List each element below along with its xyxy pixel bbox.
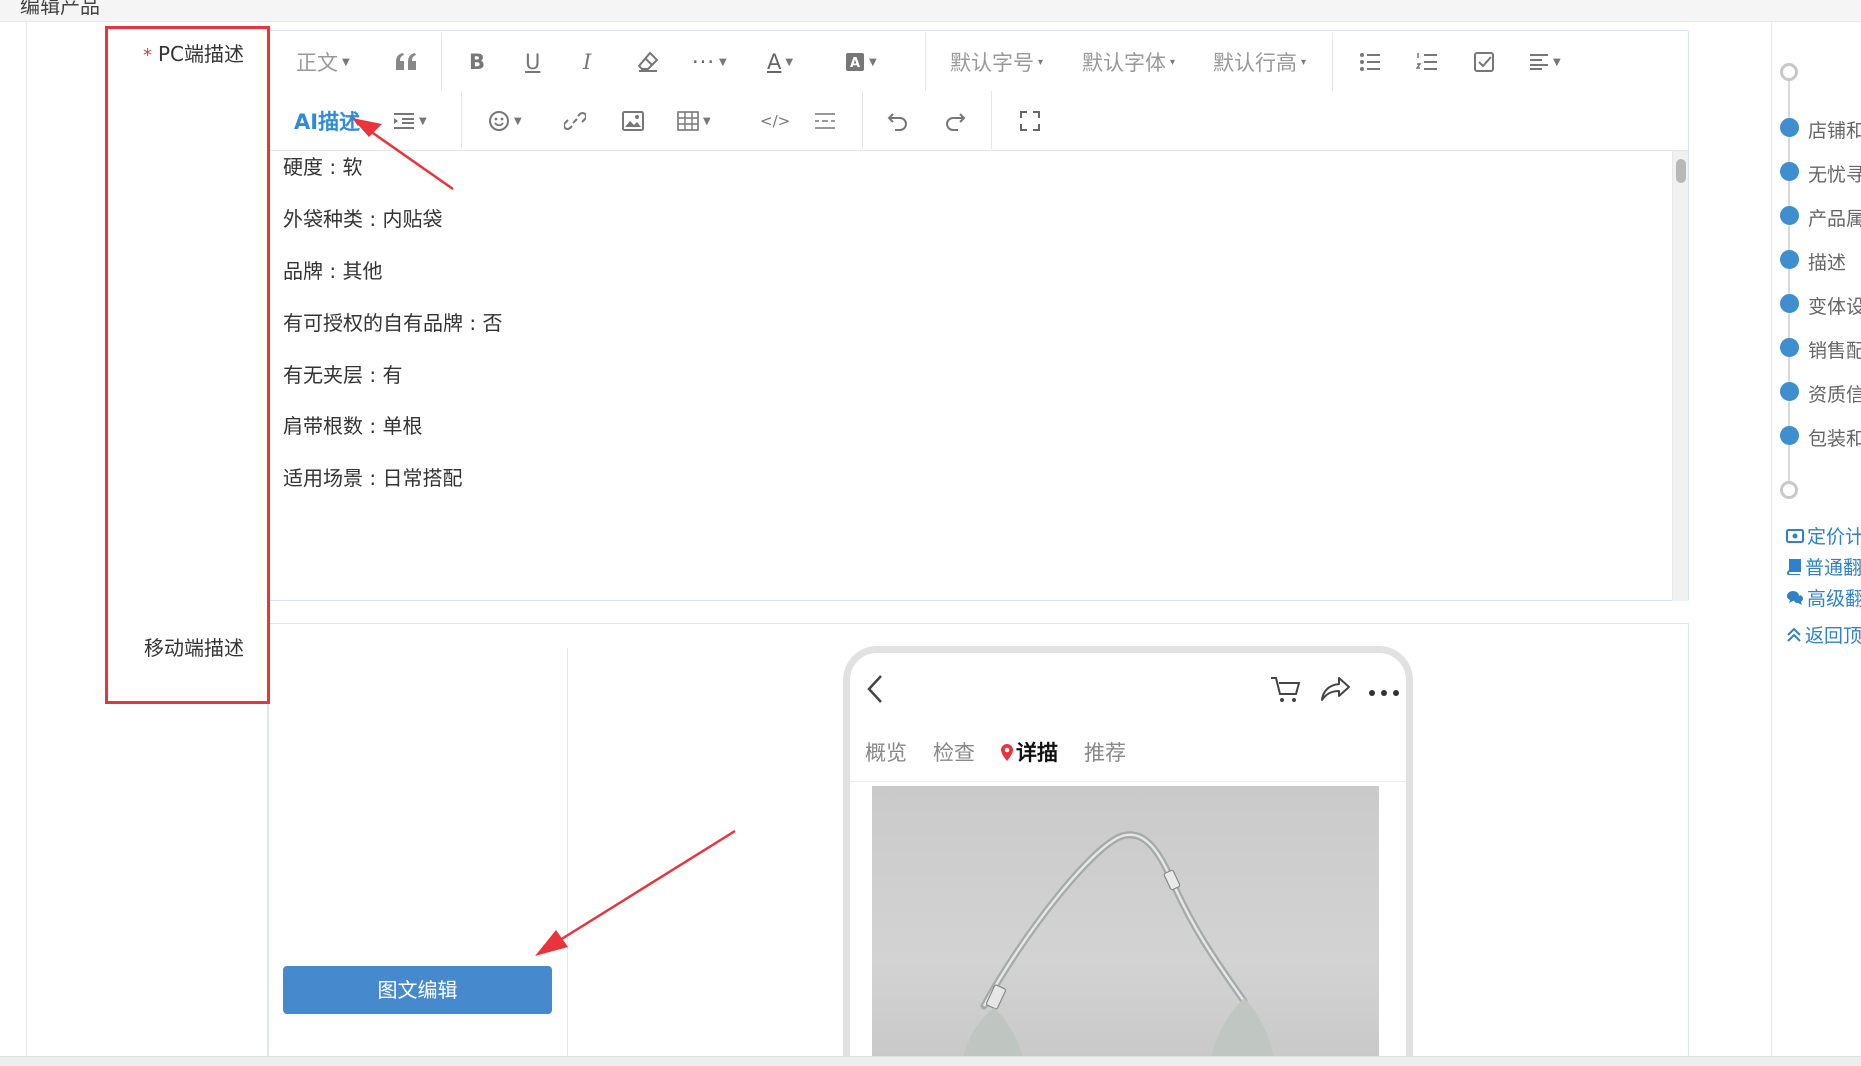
checklist-icon[interactable] bbox=[1473, 44, 1495, 80]
font-color-icon[interactable]: A ▼ bbox=[767, 44, 793, 80]
scrollbar-thumb[interactable] bbox=[1676, 159, 1686, 183]
phone-tab-separator bbox=[850, 781, 1406, 782]
nav-dot bbox=[1780, 206, 1799, 225]
location-pin-icon bbox=[1001, 743, 1013, 761]
content-line: 外袋种类 : 内贴袋 bbox=[283, 207, 443, 231]
font-size-dropdown[interactable]: 默认字号 ▾ bbox=[950, 44, 1043, 80]
fullscreen-icon[interactable] bbox=[1019, 103, 1041, 139]
image-icon[interactable] bbox=[622, 103, 644, 139]
toolbar-separator bbox=[862, 91, 863, 149]
ai-description-button[interactable]: AI描述 bbox=[294, 103, 360, 139]
bold-icon[interactable]: B bbox=[469, 44, 485, 80]
divider-line-icon[interactable] bbox=[814, 103, 836, 139]
content-line: 肩带根数 : 单根 bbox=[283, 414, 423, 438]
align-dropdown-icon[interactable]: ▼ bbox=[1529, 44, 1561, 80]
content-line: 有无夹层 : 有 bbox=[283, 363, 403, 387]
nav-dot bbox=[1780, 162, 1799, 181]
phone-tab-recommend: 推荐 bbox=[1084, 741, 1126, 765]
font-family-dropdown[interactable]: 默认字体 ▾ bbox=[1082, 44, 1175, 80]
content-line: 适用场景 : 日常搭配 bbox=[283, 466, 463, 490]
phone-tab-inspect: 检查 bbox=[933, 741, 975, 765]
nav-dot bbox=[1780, 118, 1799, 137]
content-line: 有可授权的自有品牌 : 否 bbox=[283, 311, 503, 335]
nav-item[interactable]: 变体设 bbox=[1808, 292, 1861, 319]
image-text-edit-button[interactable]: 图文编辑 bbox=[283, 966, 552, 1014]
advanced-translate-link[interactable]: 高级翻 bbox=[1786, 584, 1861, 611]
book-icon bbox=[1787, 558, 1801, 575]
line-height-dropdown[interactable]: 默认行高 ▾ bbox=[1213, 44, 1306, 80]
nav-dot bbox=[1780, 426, 1799, 445]
nav-item[interactable]: 资质信 bbox=[1808, 380, 1861, 407]
link-icon[interactable] bbox=[564, 103, 586, 139]
phone-tab-overview: 概览 bbox=[865, 741, 907, 765]
cart-icon bbox=[1270, 675, 1302, 709]
double-chevron-up-icon bbox=[1787, 627, 1801, 642]
nav-item[interactable]: 包装和 bbox=[1808, 424, 1861, 451]
italic-icon[interactable]: I bbox=[583, 44, 591, 80]
undo-icon[interactable] bbox=[887, 103, 909, 139]
annotation-highlight-box bbox=[105, 26, 270, 704]
pricing-calculator-link[interactable]: 定价计 bbox=[1786, 522, 1861, 549]
background-color-icon[interactable]: A ▼ bbox=[845, 44, 877, 80]
paragraph-format-dropdown[interactable]: 正文 ▼ bbox=[296, 44, 350, 80]
back-to-top-link[interactable]: 返回顶 bbox=[1786, 621, 1861, 648]
share-icon bbox=[1320, 675, 1352, 707]
emoji-dropdown-icon[interactable]: ▼ bbox=[488, 103, 522, 139]
more-style-dropdown-icon[interactable]: ··· ▼ bbox=[692, 44, 727, 80]
editor-scrollbar[interactable] bbox=[1672, 151, 1688, 601]
nav-item[interactable]: 产品属 bbox=[1808, 204, 1861, 231]
content-line: 硬度 : 软 bbox=[283, 155, 363, 179]
svg-text:A: A bbox=[850, 56, 860, 71]
bullet-list-icon[interactable] bbox=[1359, 44, 1381, 80]
page-top-text: 编辑产品 bbox=[20, 0, 100, 18]
right-section-nav: 店铺和 无忧寻 产品属 描述 变体设 销售配 资质信 包装和 定价计 普通翻 高… bbox=[1771, 22, 1861, 1056]
nav-item[interactable]: 无忧寻 bbox=[1808, 160, 1861, 187]
editor-toolbar: 正文 ▼ B U I ··· ▼ A ▼ A ▼ 默认字号 ▾ 默认字体 ▾ 默认行高 ▾ bbox=[269, 31, 1688, 151]
product-image bbox=[872, 786, 1379, 1066]
back-arrow-icon bbox=[866, 673, 884, 709]
mobile-panel-divider bbox=[567, 648, 568, 1056]
table-dropdown-icon[interactable]: ▼ bbox=[677, 103, 711, 139]
pc-description-editor: 正文 ▼ B U I ··· ▼ A ▼ A ▼ 默认字号 ▾ 默认字体 ▾ 默认行高 ▾ bbox=[268, 30, 1689, 601]
ordered-list-icon[interactable] bbox=[1416, 44, 1438, 80]
eraser-icon[interactable] bbox=[637, 44, 659, 80]
phone-tab-detail: 详描 bbox=[1001, 737, 1058, 767]
phone-tabs: 概览 检查 详描 推荐 bbox=[865, 737, 1126, 767]
underline-icon[interactable]: U bbox=[525, 44, 540, 80]
nav-dot bbox=[1780, 250, 1799, 269]
page-top-strip: 编辑产品 bbox=[0, 0, 1861, 22]
code-icon[interactable]: </> bbox=[760, 103, 790, 139]
nav-item[interactable]: 描述 bbox=[1808, 248, 1846, 275]
normal-translate-link[interactable]: 普通翻 bbox=[1786, 553, 1861, 580]
redo-icon[interactable] bbox=[944, 103, 966, 139]
nav-dot bbox=[1780, 294, 1799, 313]
comments-icon bbox=[1787, 590, 1803, 605]
toolbar-separator bbox=[441, 33, 442, 91]
editor-content[interactable]: 硬度 : 软 外袋种类 : 内贴袋 品牌 : 其他 有可授权的自有品牌 : 否 … bbox=[283, 151, 1663, 601]
indent-dropdown-icon[interactable]: ▼ bbox=[393, 103, 427, 139]
nav-dot bbox=[1780, 338, 1799, 357]
mobile-preview-phone: 概览 检查 详描 推荐 bbox=[843, 646, 1413, 1066]
more-icon bbox=[1368, 683, 1400, 702]
nav-ring-top bbox=[1780, 63, 1798, 81]
nav-item[interactable]: 销售配 bbox=[1808, 336, 1861, 363]
toolbar-separator bbox=[461, 91, 462, 149]
nav-dot bbox=[1780, 382, 1799, 401]
nav-ring-bottom bbox=[1780, 481, 1798, 499]
left-gutter-line bbox=[26, 22, 27, 1056]
toolbar-separator bbox=[991, 91, 992, 149]
toolbar-separator bbox=[925, 33, 926, 91]
content-line: 品牌 : 其他 bbox=[283, 259, 383, 283]
nav-item[interactable]: 店铺和 bbox=[1808, 116, 1861, 143]
blockquote-icon[interactable] bbox=[395, 44, 417, 80]
page-bottom-strip bbox=[0, 1056, 1861, 1066]
money-icon bbox=[1786, 528, 1804, 543]
toolbar-separator bbox=[1332, 33, 1333, 91]
